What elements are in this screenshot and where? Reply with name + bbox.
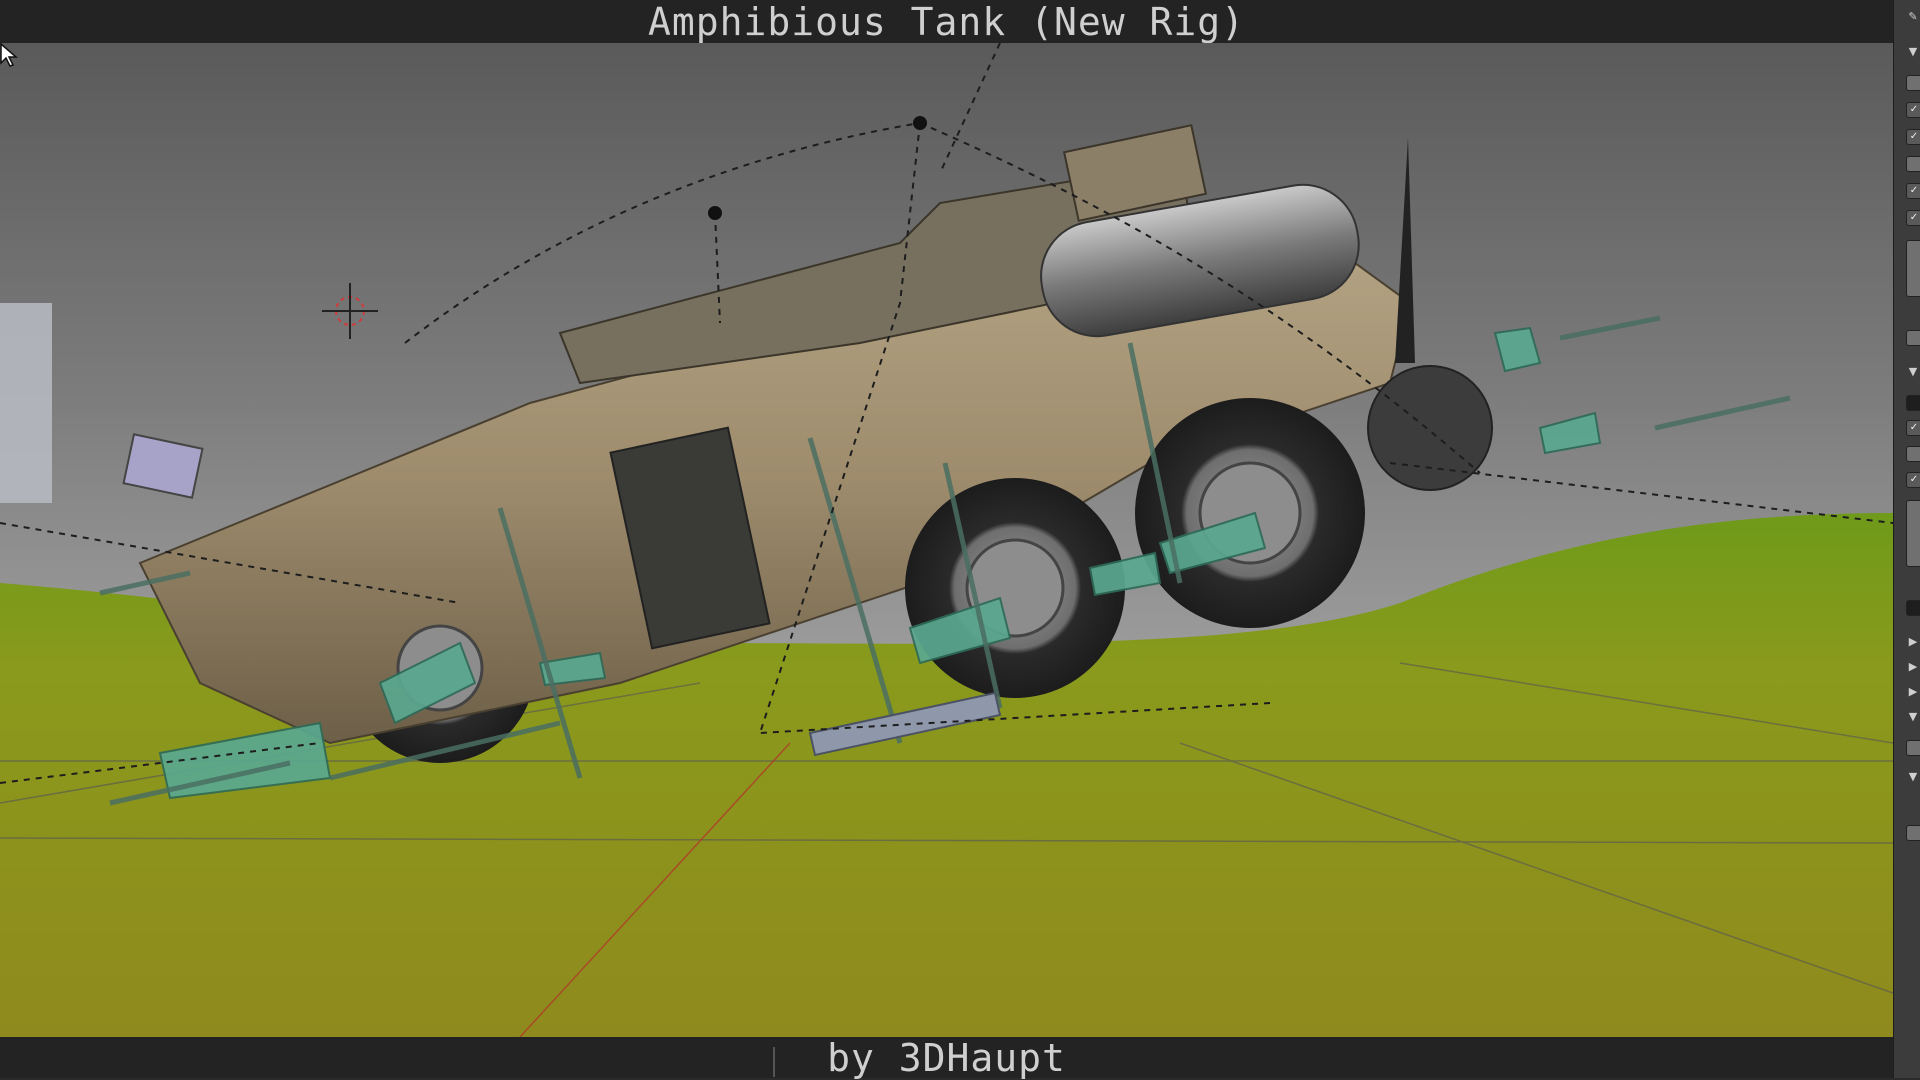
expand-triangle-icon[interactable]: ▶ bbox=[1906, 685, 1920, 699]
antenna bbox=[1395, 138, 1415, 363]
video-credit: by 3DHaupt bbox=[827, 1035, 1066, 1080]
checkbox-icon[interactable]: ✓ bbox=[1906, 129, 1920, 145]
panel-icon[interactable]: ✎ bbox=[1906, 10, 1920, 24]
expand-triangle-icon[interactable]: ▶ bbox=[1906, 635, 1920, 649]
scene-render bbox=[0, 43, 1893, 1037]
field-icon[interactable] bbox=[1906, 825, 1920, 841]
mouse-pointer-icon bbox=[0, 43, 18, 67]
expand-triangle-icon[interactable]: ▼ bbox=[1906, 710, 1920, 724]
background-box bbox=[0, 303, 52, 503]
video-footer-bar: by 3DHaupt bbox=[0, 1035, 1893, 1080]
expand-triangle-icon[interactable]: ▼ bbox=[1906, 45, 1920, 59]
3d-cursor bbox=[322, 283, 378, 339]
checkbox-icon[interactable]: ✓ bbox=[1906, 420, 1920, 436]
checkbox-icon[interactable] bbox=[1906, 75, 1920, 91]
checkbox-icon[interactable] bbox=[1906, 446, 1920, 462]
field-icon[interactable] bbox=[1906, 740, 1920, 756]
field-icon[interactable] bbox=[1906, 500, 1920, 567]
field-icon[interactable] bbox=[1906, 395, 1920, 411]
expand-triangle-icon[interactable]: ▼ bbox=[1906, 365, 1920, 379]
expand-triangle-icon[interactable]: ▼ bbox=[1906, 770, 1920, 784]
checkbox-icon[interactable]: ✓ bbox=[1906, 210, 1920, 226]
footer-divider bbox=[773, 1047, 775, 1077]
checkbox-icon[interactable]: ✓ bbox=[1906, 102, 1920, 118]
checkbox-icon[interactable]: ✓ bbox=[1906, 472, 1920, 488]
properties-side-panel: ✎ ▼ ✓ ✓ ✓ ✓ ▼ ✓ ✓ ▶ ▶ ▶ ▼ ▼ bbox=[1893, 0, 1920, 1078]
field-icon[interactable] bbox=[1906, 600, 1920, 616]
lamp-objects bbox=[708, 116, 927, 220]
video-title: Amphibious Tank (New Rig) bbox=[648, 0, 1245, 44]
video-title-bar: Amphibious Tank (New Rig) bbox=[0, 0, 1893, 44]
expand-triangle-icon[interactable]: ▶ bbox=[1906, 660, 1920, 674]
checkbox-icon[interactable] bbox=[1906, 156, 1920, 172]
checkbox-icon[interactable]: ✓ bbox=[1906, 183, 1920, 199]
3d-viewport[interactable] bbox=[0, 43, 1893, 1037]
field-icon[interactable] bbox=[1906, 330, 1920, 346]
control-cube bbox=[122, 433, 204, 499]
propulsion-unit bbox=[1367, 365, 1493, 491]
field-icon[interactable] bbox=[1906, 240, 1920, 297]
